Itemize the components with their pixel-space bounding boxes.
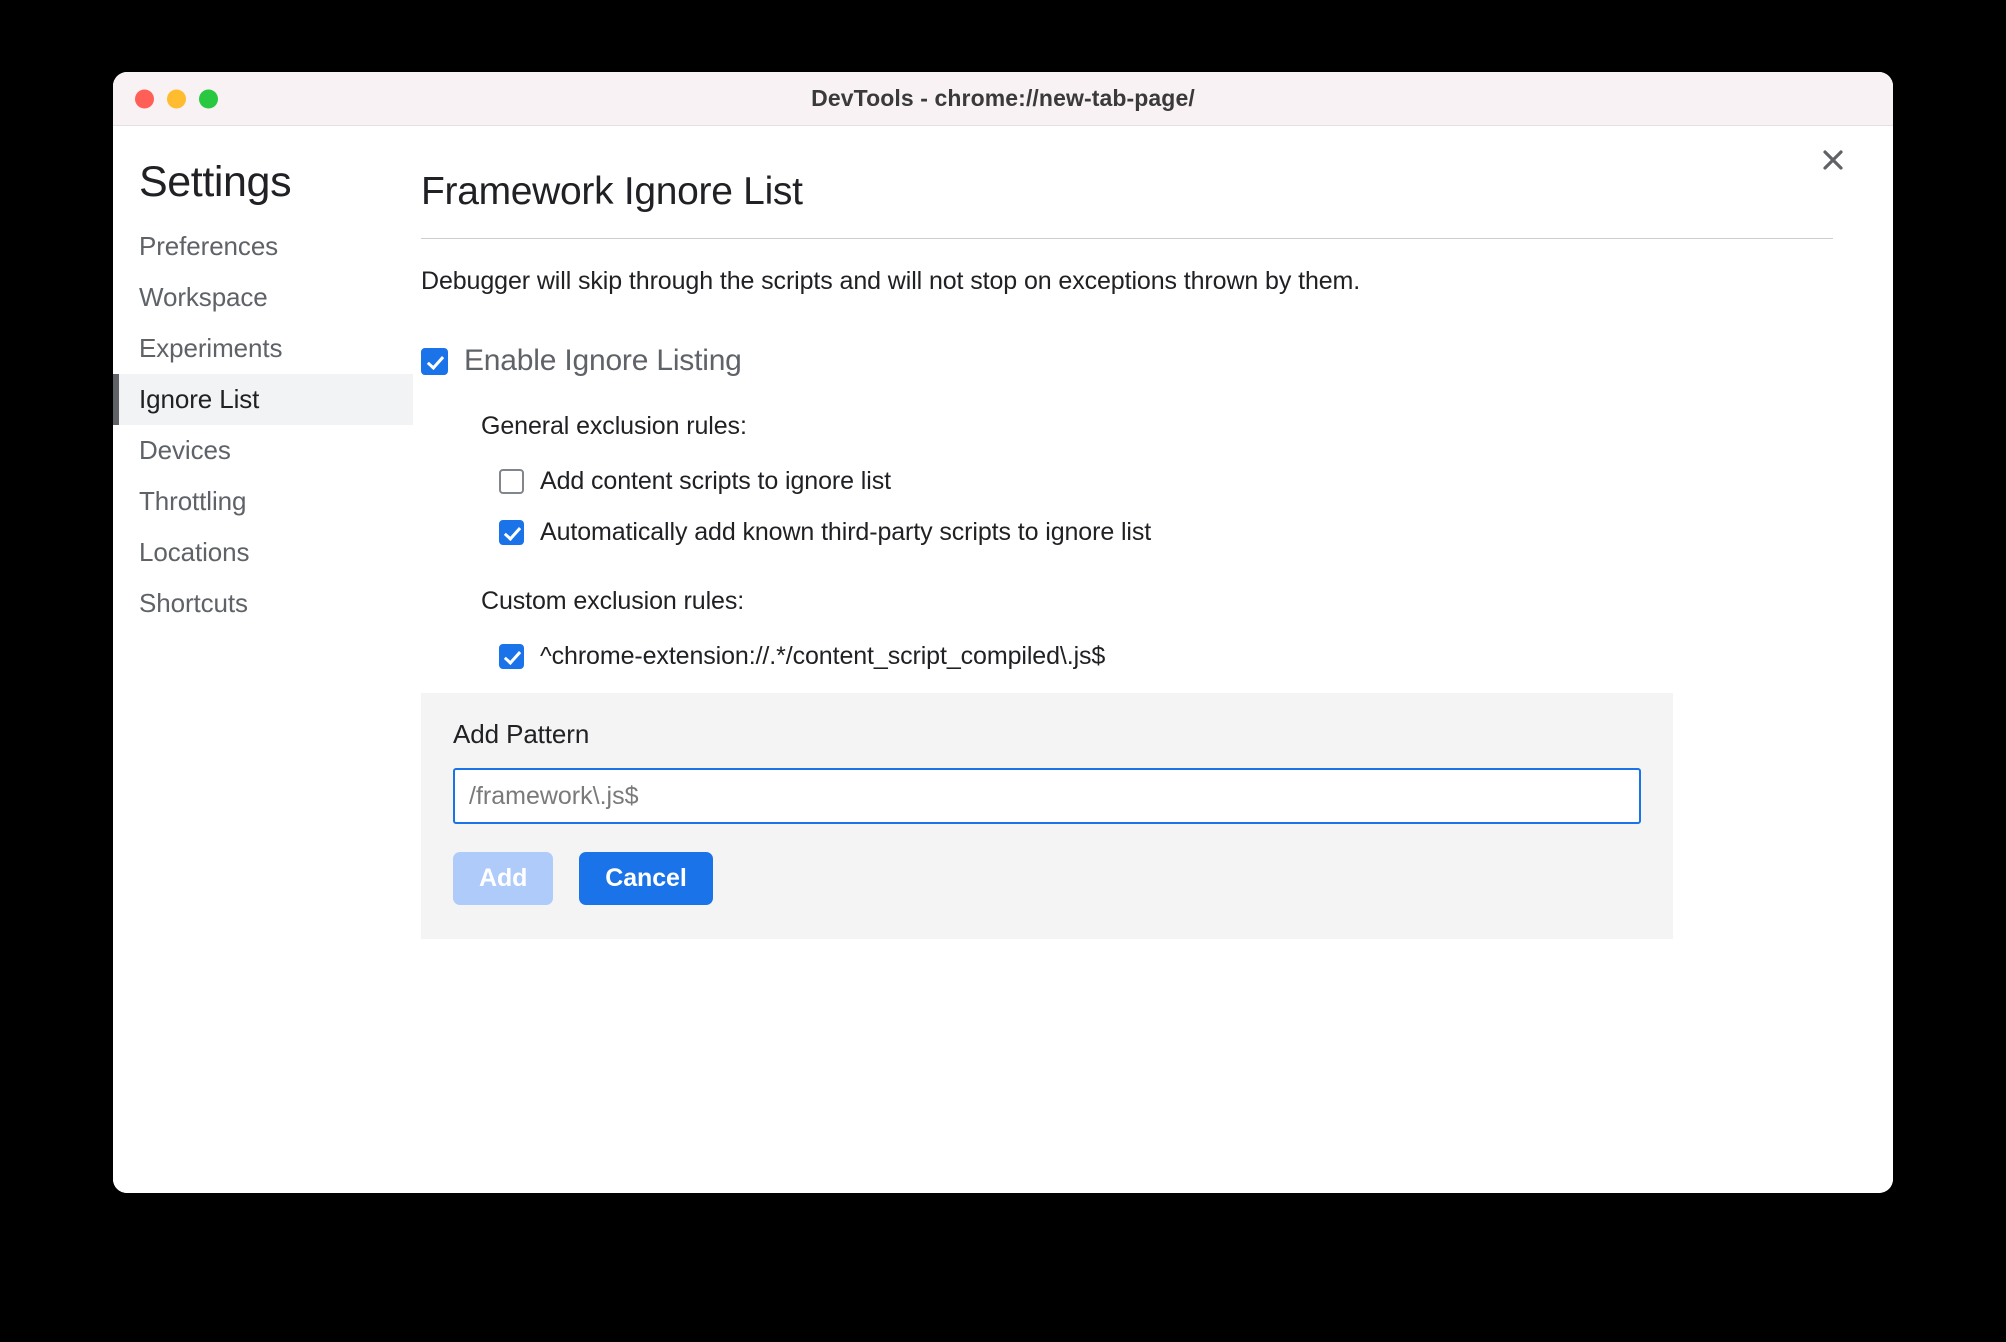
custom-pattern-checkbox[interactable]: [499, 644, 524, 669]
sidebar-item-shortcuts[interactable]: Shortcuts: [113, 578, 413, 629]
cancel-button[interactable]: Cancel: [579, 852, 713, 905]
sidebar-item-locations[interactable]: Locations: [113, 527, 413, 578]
add-pattern-inner: Add Pattern Add Cancel: [421, 693, 1673, 939]
add-button[interactable]: Add: [453, 852, 554, 905]
window-title: DevTools - chrome://new-tab-page/: [811, 85, 1195, 111]
general-rules-title: General exclusion rules:: [481, 412, 747, 440]
add-pattern-panel: Add Pattern Add Cancel: [421, 693, 1673, 939]
third-party-scripts-label[interactable]: Automatically add known third-party scri…: [540, 518, 1151, 547]
sidebar-item-workspace[interactable]: Workspace: [113, 272, 413, 323]
window-maximize-button[interactable]: [199, 89, 218, 108]
rule-row-third-party-scripts[interactable]: Automatically add known third-party scri…: [481, 508, 1893, 559]
sidebar-item-label: Locations: [139, 537, 250, 567]
settings-content-pane: Framework Ignore List Debugger will skip…: [413, 126, 1893, 1193]
custom-pattern-label[interactable]: ^chrome-extension://.*/content_script_co…: [540, 642, 1105, 671]
sidebar-item-throttling[interactable]: Throttling: [113, 476, 413, 527]
sidebar-item-label: Workspace: [139, 282, 268, 312]
window-minimize-button[interactable]: [167, 89, 186, 108]
content-scripts-label[interactable]: Add content scripts to ignore list: [540, 467, 891, 496]
third-party-scripts-checkbox[interactable]: [499, 520, 524, 545]
page-title: Framework Ignore List: [421, 170, 803, 213]
sidebar-item-label: Ignore List: [139, 384, 260, 414]
add-pattern-button-row: Add Cancel: [453, 824, 1641, 905]
enable-ignore-listing-checkbox[interactable]: [421, 347, 448, 375]
rule-row-content-scripts[interactable]: Add content scripts to ignore list: [481, 457, 1893, 508]
settings-heading: Settings: [139, 158, 292, 206]
traffic-light-group: [135, 89, 218, 108]
rule-row-custom-pattern[interactable]: ^chrome-extension://.*/content_script_co…: [481, 632, 1893, 683]
add-pattern-label: Add Pattern: [453, 719, 590, 749]
sidebar-item-ignore-list[interactable]: Ignore List: [113, 374, 413, 425]
sidebar-item-experiments[interactable]: Experiments: [113, 323, 413, 374]
sidebar-item-label: Devices: [139, 435, 231, 465]
pattern-input[interactable]: [453, 768, 1641, 824]
sidebar-item-label: Experiments: [139, 333, 283, 363]
settings-dialog-body: Settings Preferences Workspace Experimen…: [113, 126, 1893, 1193]
sidebar-item-preferences[interactable]: Preferences: [113, 221, 413, 272]
window-titlebar: DevTools - chrome://new-tab-page/: [113, 72, 1893, 126]
settings-sidebar: Settings Preferences Workspace Experimen…: [113, 126, 413, 1193]
content-scripts-checkbox[interactable]: [499, 469, 524, 494]
enable-ignore-listing-label[interactable]: Enable Ignore Listing: [464, 344, 742, 378]
close-icon[interactable]: [1817, 144, 1849, 176]
custom-rules-title: Custom exclusion rules:: [481, 587, 745, 615]
devtools-window: DevTools - chrome://new-tab-page/ Settin…: [113, 72, 1893, 1193]
enable-ignore-listing-row[interactable]: Enable Ignore Listing: [413, 296, 1893, 378]
sidebar-item-label: Shortcuts: [139, 588, 248, 618]
window-close-button[interactable]: [135, 89, 154, 108]
panel-description: Debugger will skip through the scripts a…: [421, 267, 1361, 295]
sidebar-item-devices[interactable]: Devices: [113, 425, 413, 476]
ignore-settings-group: General exclusion rules: Add content scr…: [413, 378, 1893, 939]
sidebar-item-label: Preferences: [139, 231, 279, 261]
sidebar-item-label: Throttling: [139, 486, 247, 516]
